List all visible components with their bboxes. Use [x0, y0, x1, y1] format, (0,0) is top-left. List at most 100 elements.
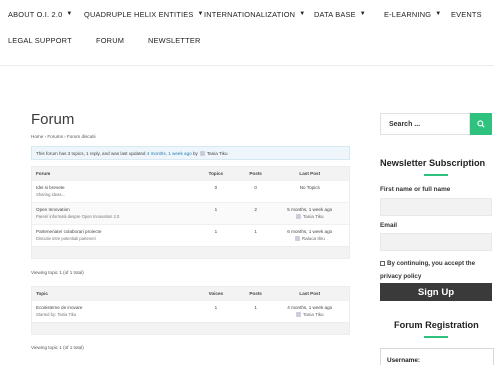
row-title-link[interactable]: Open Innovation — [36, 203, 191, 212]
last-post-author[interactable]: Tania Tiku — [271, 312, 350, 319]
pagination-count: Viewing topic 1 (of 1 total) — [31, 270, 84, 275]
author-name: Tania Tiku — [302, 311, 324, 317]
nav-item-label: LEGAL SUPPORT — [8, 35, 72, 45]
user-avatar-icon — [199, 150, 205, 156]
user-avatar-icon — [295, 214, 301, 220]
row-count-a: 1 — [214, 229, 218, 234]
col-header-forum: Forum — [36, 171, 51, 176]
row-description: Sharing ideas... — [36, 192, 66, 197]
row-title-link[interactable]: Parteneriate/ colaborari proiecte — [36, 225, 191, 234]
nav-item-forum[interactable]: FORUM — [96, 36, 124, 45]
chevron-down-icon: ▼ — [359, 11, 366, 17]
col-header-posts: Posts — [249, 171, 262, 176]
chevron-down-icon: ▼ — [66, 11, 73, 17]
nav-item-events[interactable]: EVENTS — [451, 10, 482, 19]
search-button[interactable] — [470, 113, 492, 135]
last-post-link[interactable]: No Topics — [271, 185, 350, 192]
sign-up-button[interactable]: Sign Up — [380, 283, 492, 301]
email-field[interactable] — [380, 233, 492, 251]
chevron-down-icon: ▼ — [435, 11, 442, 17]
top-navigation: ABOUT O.I. 2.0 ▼ QUADRUPLE HELIX ENTITIES ▼… — [0, 0, 494, 66]
notice-last-updated-link[interactable]: 4 months, 1 week ago — [147, 151, 192, 156]
nav-item-label: ABOUT O.I. 2.0 — [8, 9, 63, 19]
title-underline — [424, 336, 448, 338]
nav-item-newsletter[interactable]: NEWSLETTER — [148, 36, 201, 45]
email-field-label: Email — [380, 222, 398, 229]
search-input[interactable]: Search ... — [380, 113, 470, 135]
nav-item-label: FORUM — [96, 35, 125, 45]
nav-item-legal-support[interactable]: LEGAL SUPPORT — [8, 36, 72, 45]
name-field[interactable] — [380, 198, 492, 216]
notice-user-link[interactable]: Tania Tiku — [207, 151, 228, 156]
nav-item-label: NEWSLETTER — [148, 35, 201, 45]
title-underline — [424, 174, 448, 176]
consent-text: By continuing, you accept the privacy po… — [380, 260, 476, 280]
col-header-posts: Posts — [249, 291, 262, 296]
row-description: Started by: Tania Tiku — [36, 312, 77, 317]
row-description: Discutie intre potentiali parteneri — [36, 236, 96, 241]
username-label: Username: — [387, 357, 421, 364]
topics-table-header: Topic Voices Posts Last Post — [32, 287, 349, 300]
author-name: Tania Tiku — [302, 213, 324, 219]
row-title-link[interactable]: Idei si brevete — [36, 181, 191, 190]
nav-item-label: DATA BASE — [314, 9, 356, 19]
col-header-topic: Topic — [36, 291, 48, 296]
newsletter-widget-title: Newsletter Subscription — [380, 158, 486, 168]
table-row: Open Innovation Pareri/ informatii despre… — [32, 202, 349, 224]
row-name-cell: Idei si brevete Sharing ideas... — [32, 181, 191, 201]
last-post-author[interactable]: Tania Tiku — [271, 214, 350, 221]
nav-item-quadruple-helix-entities[interactable]: QUADRUPLE HELIX ENTITIES ▼ — [84, 10, 204, 19]
row-description: Pareri/ informatii despre Open Innovatio… — [36, 214, 120, 219]
row-name-cell: Open Innovation Pareri/ informatii despre… — [32, 203, 191, 223]
row-title-link[interactable]: Ecosisteme de inovare — [36, 301, 191, 310]
page-title: Forum — [31, 111, 75, 128]
row-last-post: 4 months, 1 week ago Tania Tiku — [271, 301, 350, 318]
name-field-label: First name or full name — [380, 186, 451, 193]
forums-table-footer — [32, 246, 349, 258]
row-last-post: 6 months, 1 week ago Raluca Iliru — [271, 225, 350, 242]
consent-checkbox[interactable] — [380, 260, 385, 266]
forums-table: Forum Topics Posts Last Post Idei si bre… — [31, 166, 350, 259]
notice-by: by — [192, 150, 198, 156]
col-header-last-post: Last Post — [299, 291, 321, 296]
row-count-b: 0 — [254, 185, 257, 190]
row-count-b: 2 — [254, 207, 257, 212]
row-last-post: 5 months, 1 week ago Tania Tiku — [271, 203, 350, 220]
nav-item-label: EVENTS — [451, 9, 482, 19]
nav-item-e-learning[interactable]: E-LEARNING ▼ — [384, 10, 441, 19]
consent-checkbox-row[interactable]: By continuing, you accept the privacy po… — [380, 257, 494, 283]
table-row: Parteneriate/ colaborari proiecte Discuti… — [32, 224, 349, 246]
registration-widget-title: Forum Registration — [394, 320, 479, 330]
col-header-voices: Voices — [208, 291, 224, 296]
pagination-count: Viewing topic 1 (of 1 total) — [31, 345, 84, 350]
nav-item-label: INTERNATIONALIZATION — [204, 9, 296, 19]
col-header-last-post: Last Post — [299, 171, 321, 176]
row-name-cell: Ecosisteme de inovare Started by: Tania T… — [32, 301, 191, 321]
table-row: Idei si brevete Sharing ideas... 0 0 No Topi… — [32, 180, 349, 202]
registration-form: Username: — [380, 348, 494, 365]
forum-info-notice: This forum has 3 topics, 1 reply, and wa… — [31, 146, 350, 160]
notice-text: This forum has 3 topics, 1 reply, and wa… — [36, 150, 146, 156]
author-name: Raluca Iliru — [301, 235, 325, 241]
nav-item-label: E-LEARNING — [384, 9, 432, 19]
nav-item-about-o-i-2-0[interactable]: ABOUT O.I. 2.0 ▼ — [8, 10, 73, 19]
breadcrumb[interactable]: Home › Forums › Forum discutii — [31, 134, 96, 139]
nav-item-label: QUADRUPLE HELIX ENTITIES — [84, 9, 194, 19]
col-header-topics: Topics — [208, 171, 224, 176]
row-count-a: 1 — [214, 305, 218, 310]
nav-item-internationalization[interactable]: INTERNATIONALIZATION ▼ — [204, 10, 305, 19]
row-name-cell: Parteneriate/ colaborari proiecte Discuti… — [32, 225, 191, 245]
forums-table-header: Forum Topics Posts Last Post — [32, 167, 349, 180]
row-count-b: 1 — [254, 229, 257, 234]
search-icon — [477, 120, 485, 128]
row-count-a: 1 — [214, 207, 218, 212]
topics-table-footer — [32, 322, 349, 334]
topics-table: Topic Voices Posts Last Post Ecosisteme … — [31, 286, 350, 335]
chevron-down-icon: ▼ — [197, 11, 204, 17]
table-row: Ecosisteme de inovare Started by: Tania T… — [32, 300, 349, 322]
chevron-down-icon: ▼ — [299, 11, 306, 17]
user-avatar-icon — [294, 236, 300, 242]
row-count-a: 0 — [214, 185, 218, 190]
nav-item-data-base[interactable]: DATA BASE ▼ — [314, 10, 366, 19]
last-post-author[interactable]: Raluca Iliru — [271, 236, 350, 243]
